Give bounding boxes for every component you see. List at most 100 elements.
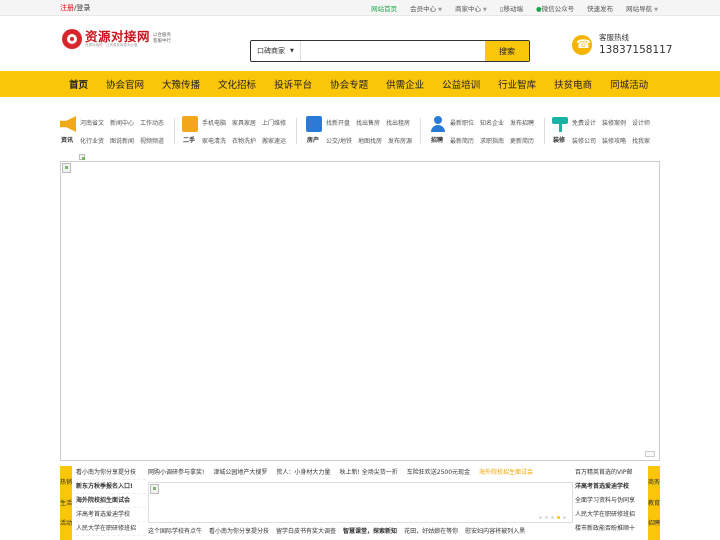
logo-title: 资源对接网 <box>85 29 151 44</box>
service-link[interactable]: 找出租房 <box>386 118 410 127</box>
nav-item-bidding[interactable]: 文化招标 <box>209 71 265 97</box>
header: 资源对接网 资源对接网 · 让资源发挥更大价值 以合服务 客服中行 口碑商家 ▼ … <box>0 16 720 71</box>
nav-item-media[interactable]: 大豫传播 <box>153 71 209 97</box>
service-link[interactable]: 最新职位 <box>450 118 474 127</box>
nav-item-association[interactable]: 协会官网 <box>97 71 153 97</box>
tab-life[interactable]: 生活 <box>60 500 72 507</box>
list-item[interactable]: 看小南为你分享提分技 <box>76 466 146 480</box>
tab-activity[interactable]: 活动 <box>60 520 72 527</box>
promo-section: 热销 生活 活动 看小南为你分享提分技 新东方秋季报名入口! 海外院校招生面试会… <box>60 466 660 540</box>
banner-control-icon[interactable] <box>645 451 655 457</box>
service-link[interactable]: 找出售房 <box>356 118 380 127</box>
nav-item-supply[interactable]: 供需企业 <box>377 71 433 97</box>
nav-item-complaints[interactable]: 投诉平台 <box>265 71 321 97</box>
broken-image-icon <box>79 154 85 160</box>
paint-roller-icon <box>552 116 568 132</box>
chevron-down-icon: ▼ <box>654 7 658 13</box>
nav-item-thinktank[interactable]: 行业智库 <box>489 71 545 97</box>
left-category-tabs: 热销 生活 活动 <box>60 466 72 540</box>
service-link[interactable]: 设计师 <box>632 118 650 127</box>
slider-dot[interactable] <box>539 516 542 519</box>
list-item[interactable]: 智慧课堂，探索新知 <box>343 525 397 539</box>
register-link[interactable]: 注册 <box>60 4 74 12</box>
list-item[interactable]: 人民大学在职研修班招 <box>76 522 146 536</box>
service-link[interactable]: 免费设计 <box>572 118 596 127</box>
tab-education[interactable]: 教育 <box>648 500 660 507</box>
service-link[interactable]: 新闻中心 <box>110 118 134 127</box>
top-link-sitemap[interactable]: 网站导航 ▼ <box>626 3 658 13</box>
nav-item-events[interactable]: 同城活动 <box>601 71 657 97</box>
list-item[interactable]: 楼市新政能否盼推顺十 <box>575 522 645 536</box>
service-link[interactable]: 河南省文 <box>80 118 104 127</box>
search-button[interactable]: 搜索 <box>485 41 529 61</box>
service-link[interactable]: 家具家居 <box>232 118 256 127</box>
list-item[interactable]: 海外院校招生面试会 <box>76 494 146 508</box>
top-link-wechat[interactable]: ●微信公众号 <box>536 3 574 13</box>
tab-recruit[interactable]: 招聘 <box>648 520 660 527</box>
slider-dot[interactable] <box>563 516 566 519</box>
service-link[interactable]: 搬家速运 <box>262 136 286 145</box>
right-category-tabs: 商务 教育 招聘 <box>648 466 660 540</box>
service-link[interactable]: 工作动态 <box>140 118 164 127</box>
service-link[interactable]: 衣物洗护 <box>232 136 256 145</box>
search-input[interactable] <box>301 41 485 61</box>
list-item[interactable]: 百万精英首选的VIP邮 <box>575 466 645 480</box>
service-link[interactable]: 找我家 <box>632 136 650 145</box>
slider-dot[interactable] <box>551 516 554 519</box>
service-link[interactable]: 求职指南 <box>480 136 504 145</box>
service-link[interactable]: 装修公司 <box>572 136 596 145</box>
top-link-mobile[interactable]: ▯移动端 <box>500 3 523 13</box>
top-link-home[interactable]: 网站首页 <box>371 3 397 13</box>
main-banner[interactable] <box>60 161 660 461</box>
top-link-member[interactable]: 会员中心 ▼ <box>410 3 442 13</box>
login-link[interactable]: 登录 <box>76 4 90 12</box>
list-item[interactable]: 慰安妇内容将被列入黑 <box>465 525 525 539</box>
list-item[interactable]: 花田，好姑娘在等你 <box>404 525 458 539</box>
service-link[interactable]: 视频频道 <box>140 136 164 145</box>
slider-dot[interactable] <box>557 516 560 519</box>
list-item[interactable]: 洋高考首选爱迪学校 <box>76 508 146 522</box>
search-category-select[interactable]: 口碑商家 ▼ <box>251 41 301 61</box>
list-item[interactable]: 这个国际学校有点牛 <box>148 525 202 539</box>
top-bar: 注册/登录 网站首页 会员中心 ▼ 商家中心 ▼ ▯移动端 ●微信公众号 快速发布 … <box>0 0 720 16</box>
service-link[interactable]: 发布房源 <box>388 136 412 145</box>
list-item[interactable]: 秋上新! 全场尖货一折 <box>339 466 397 480</box>
nav-item-topics[interactable]: 协会专题 <box>321 71 377 97</box>
service-link[interactable]: 发布招聘 <box>510 118 534 127</box>
service-link[interactable]: 上门维修 <box>262 118 286 127</box>
tab-business[interactable]: 商务 <box>648 479 660 486</box>
hotline-label: 客服热线 <box>599 33 629 42</box>
service-link[interactable]: 最新简历 <box>450 136 474 145</box>
service-link[interactable]: 更新简历 <box>510 136 534 145</box>
list-item[interactable]: 贽人：小身材大力量 <box>276 466 330 480</box>
service-link[interactable]: 图说新闻 <box>110 136 134 145</box>
tab-hot[interactable]: 热销 <box>60 479 72 486</box>
slider-dot[interactable] <box>545 516 548 519</box>
top-link-merchant[interactable]: 商家中心 ▼ <box>455 3 487 13</box>
list-item[interactable]: 网购小调研参与拿奖! <box>148 466 204 480</box>
top-link-publish[interactable]: 快速发布 <box>587 3 613 13</box>
site-logo[interactable]: 资源对接网 资源对接网 · 让资源发挥更大价值 以合服务 客服中行 <box>62 29 175 49</box>
list-item[interactable]: 人民大学在职研修班招 <box>575 508 645 522</box>
service-link[interactable]: 手机电脑 <box>202 118 226 127</box>
list-item[interactable]: 洋高考首选爱迪学校 <box>575 480 645 494</box>
service-link[interactable]: 找新开盘 <box>326 118 350 127</box>
promo-slider[interactable] <box>148 482 573 523</box>
service-link[interactable]: 地图找房 <box>358 136 382 145</box>
service-link[interactable]: 家电清洗 <box>202 136 226 145</box>
nav-item-home[interactable]: 首页 <box>60 71 97 97</box>
list-item[interactable]: 车险狂欢送2500元现金 <box>407 466 470 480</box>
list-item[interactable]: 津城公园地产大搜罗 <box>213 466 267 480</box>
list-item[interactable]: 全面学习资料与伪同享 <box>575 494 645 508</box>
service-link[interactable]: 公交/地铁 <box>326 136 352 145</box>
service-link[interactable]: 化行业资 <box>80 136 104 145</box>
list-item[interactable]: 留学白皮书有奖大调查 <box>276 525 336 539</box>
list-item[interactable]: 新东方秋季报名入口! <box>76 480 146 494</box>
service-link[interactable]: 装修攻略 <box>602 136 626 145</box>
nav-item-training[interactable]: 公益培训 <box>433 71 489 97</box>
service-link[interactable]: 知名企业 <box>480 118 504 127</box>
nav-item-ecommerce[interactable]: 扶贫电商 <box>545 71 601 97</box>
list-item[interactable]: 海外院校招生面试会 <box>479 466 533 480</box>
list-item[interactable]: 看小南为你分享提分技 <box>209 525 269 539</box>
service-link[interactable]: 装修案例 <box>602 118 626 127</box>
